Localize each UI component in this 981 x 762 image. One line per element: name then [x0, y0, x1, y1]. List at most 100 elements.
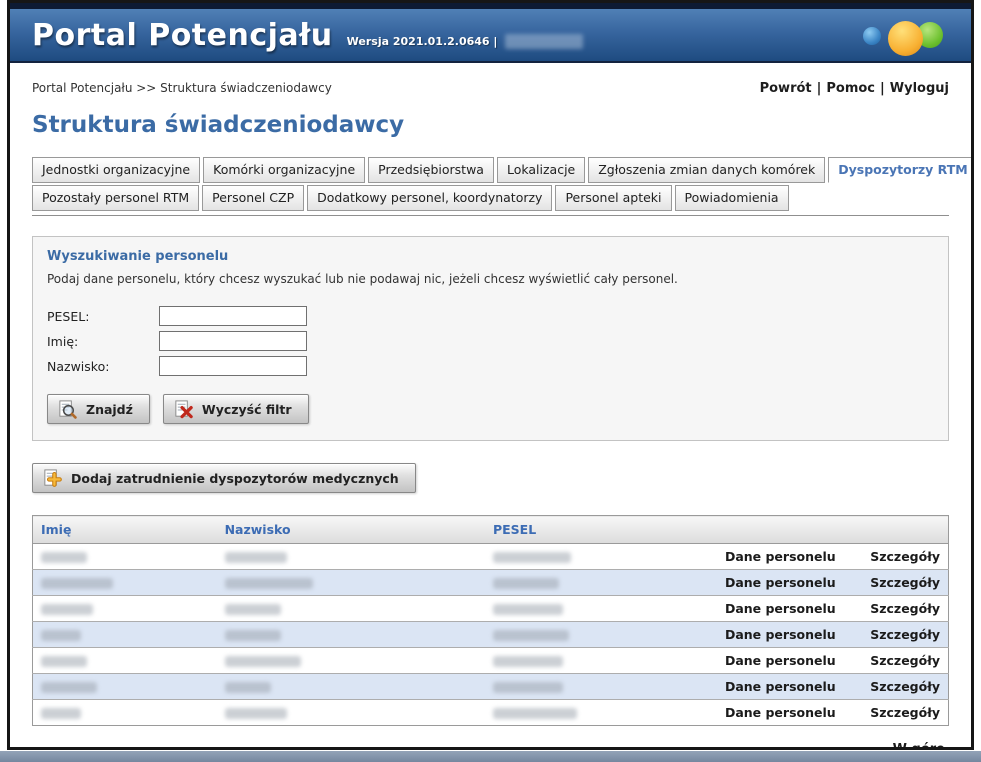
personnel-table: Imię Nazwisko PESEL Dane personeluSzczeg… [32, 515, 949, 726]
row-link-dane-personelu[interactable]: Dane personelu [694, 596, 844, 622]
redacted-value [225, 630, 281, 641]
row-link-dane-personelu[interactable]: Dane personelu [694, 674, 844, 700]
column-header-nazwisko[interactable]: Nazwisko [217, 516, 485, 544]
row-link-szczeg-y[interactable]: Szczegóły [844, 648, 949, 674]
tab-dyspozytorzy-rtm[interactable]: Dyspozytorzy RTM [828, 157, 974, 183]
tab-powiadomienia[interactable]: Powiadomienia [675, 185, 789, 211]
column-header-pesel[interactable]: PESEL [485, 516, 694, 544]
redacted-value [41, 552, 87, 563]
nazwisko-field-row: Nazwisko: [47, 356, 934, 376]
table-header-row: Imię Nazwisko PESEL [33, 516, 949, 544]
row-link-dane-personelu[interactable]: Dane personelu [694, 700, 844, 726]
tab-pozosta-y-personel-rtm[interactable]: Pozostały personel RTM [32, 185, 199, 211]
tab-kom-rki-organizacyjne[interactable]: Komórki organizacyjne [203, 157, 365, 183]
redacted-cell [33, 674, 217, 700]
top-link-wyloguj[interactable]: Wyloguj [890, 81, 949, 96]
row-link-dane-personelu[interactable]: Dane personelu [694, 544, 844, 570]
column-header-imie[interactable]: Imię [33, 516, 217, 544]
logo-circles-icon [863, 18, 943, 60]
back-to-top-link[interactable]: W górę [893, 742, 945, 750]
pesel-label: PESEL: [47, 309, 159, 324]
tab-lokalizacje[interactable]: Lokalizacje [497, 157, 585, 183]
column-header-actions-1 [694, 516, 844, 544]
add-employment-button[interactable]: Dodaj zatrudnienie dyspozytorów medyczny… [32, 463, 416, 493]
row-link-szczeg-y[interactable]: Szczegóły [844, 674, 949, 700]
redacted-value [225, 656, 301, 667]
row-link-szczeg-y[interactable]: Szczegóły [844, 700, 949, 726]
redacted-value [41, 604, 93, 615]
redacted-cell [33, 622, 217, 648]
breadcrumb-row: Portal Potencjału >> Struktura świadczen… [32, 81, 949, 96]
add-icon [42, 468, 63, 489]
logo-blue-ball-icon [863, 27, 881, 45]
redacted-value [41, 630, 81, 641]
imie-field-row: Imię: [47, 331, 934, 351]
redacted-cell [485, 622, 694, 648]
redacted-cell [217, 570, 485, 596]
search-panel-title: Wyszukiwanie personelu [47, 249, 934, 264]
search-buttons-row: Znajdź Wyczyść filtr [47, 394, 934, 424]
tabs-underline [32, 215, 949, 216]
redacted-cell [33, 570, 217, 596]
breadcrumb: Portal Potencjału >> Struktura świadczen… [32, 81, 332, 95]
table-row: Dane personeluSzczegóły [33, 622, 949, 648]
find-button[interactable]: Znajdź [47, 394, 150, 424]
version-label: Wersja 2021.01.2.0646 | [347, 35, 498, 48]
nazwisko-input[interactable] [159, 356, 307, 376]
redacted-cell [217, 648, 485, 674]
add-employment-button-label: Dodaj zatrudnienie dyspozytorów medyczny… [71, 471, 399, 486]
tab-personel-czp[interactable]: Personel CZP [202, 185, 304, 211]
top-link-pomoc[interactable]: Pomoc [826, 81, 875, 96]
redacted-value [493, 682, 563, 693]
redacted-value [41, 656, 87, 667]
row-link-dane-personelu[interactable]: Dane personelu [694, 570, 844, 596]
app-header: Portal Potencjału Wersja 2021.01.2.0646 … [10, 9, 971, 63]
tab-przedsi-biorstwa[interactable]: Przedsiębiorstwa [368, 157, 494, 183]
row-link-szczeg-y[interactable]: Szczegóły [844, 596, 949, 622]
redacted-cell [485, 648, 694, 674]
redacted-cell [217, 544, 485, 570]
redacted-cell [33, 596, 217, 622]
pesel-input[interactable] [159, 306, 307, 326]
tab-zg-oszenia-zmian-danych-kom-rek[interactable]: Zgłoszenia zmian danych komórek [588, 157, 825, 183]
table-row: Dane personeluSzczegóły [33, 544, 949, 570]
tab-jednostki-organizacyjne[interactable]: Jednostki organizacyjne [32, 157, 200, 183]
row-link-szczeg-y[interactable]: Szczegóły [844, 570, 949, 596]
row-link-dane-personelu[interactable]: Dane personelu [694, 648, 844, 674]
page-title: Struktura świadczeniodawcy [32, 112, 949, 138]
redacted-value [225, 682, 271, 693]
table-row: Dane personeluSzczegóły [33, 700, 949, 726]
imie-input[interactable] [159, 331, 307, 351]
redacted-value [493, 708, 577, 719]
row-link-dane-personelu[interactable]: Dane personelu [694, 622, 844, 648]
find-button-label: Znajdź [86, 402, 133, 417]
redacted-cell [485, 570, 694, 596]
row-link-szczeg-y[interactable]: Szczegóły [844, 544, 949, 570]
redacted-cell [33, 648, 217, 674]
redacted-cell [33, 544, 217, 570]
redacted-value [493, 552, 571, 563]
redacted-value [41, 578, 113, 589]
redacted-cell [217, 596, 485, 622]
clear-filter-button[interactable]: Wyczyść filtr [163, 394, 309, 424]
app-title: Portal Potencjału [32, 18, 333, 53]
column-header-actions-2 [844, 516, 949, 544]
table-row: Dane personeluSzczegóły [33, 596, 949, 622]
tab-personel-apteki[interactable]: Personel apteki [555, 185, 671, 211]
redacted-value [225, 552, 287, 563]
tabs-row-2: Pozostały personel RTMPersonel CZPDodatk… [32, 185, 949, 213]
logo-orange-ball-icon [888, 21, 923, 56]
redacted-value [493, 578, 559, 589]
footer-bar [0, 751, 981, 762]
search-panel-description: Podaj dane personelu, który chcesz wyszu… [47, 272, 934, 286]
back-to-top-row: W górę [32, 742, 945, 750]
main-content: Portal Potencjału >> Struktura świadczen… [10, 63, 971, 750]
top-nav: Powrót|Pomoc|Wyloguj [760, 81, 949, 96]
top-link-powr-t[interactable]: Powrót [760, 81, 812, 96]
tab-dodatkowy-personel-koordynatorzy[interactable]: Dodatkowy personel, koordynatorzy [307, 185, 552, 211]
redacted-cell [217, 700, 485, 726]
nazwisko-label: Nazwisko: [47, 359, 159, 374]
search-panel: Wyszukiwanie personelu Podaj dane person… [32, 236, 949, 441]
row-link-szczeg-y[interactable]: Szczegóły [844, 622, 949, 648]
redacted-cell [485, 544, 694, 570]
